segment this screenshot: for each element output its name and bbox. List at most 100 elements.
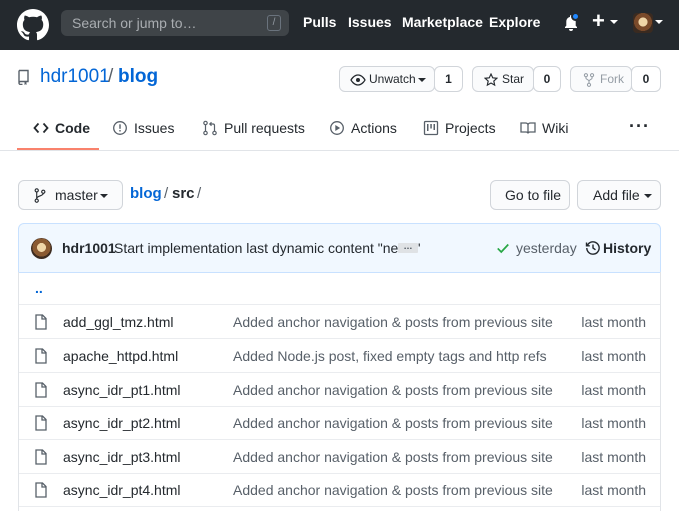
history-link[interactable]: History (603, 240, 651, 256)
project-icon (423, 120, 439, 136)
file-commit-message-link[interactable]: Added Node.js post, fixed empty tags and… (233, 348, 547, 364)
file-icon (35, 482, 47, 498)
breadcrumb-separator: / (164, 185, 169, 202)
file-icon (35, 449, 47, 465)
search-input[interactable]: Search or jump to… / (61, 10, 289, 36)
file-commit-message-link[interactable]: Added anchor navigation & posts from pre… (233, 449, 553, 465)
file-name-link[interactable]: async_idr_pt4.html (63, 482, 181, 498)
file-commit-age: last month (581, 482, 646, 498)
parent-directory-link[interactable]: .. (35, 280, 43, 296)
parent-directory-row[interactable]: .. (19, 272, 660, 305)
book-icon (520, 122, 536, 134)
tab-actions-label: Actions (351, 120, 397, 136)
commit-author-link[interactable]: hdr1001 (62, 240, 116, 256)
file-commit-message-link[interactable]: Added anchor navigation & posts from pre… (233, 415, 553, 431)
go-to-file-button[interactable]: Go to file (490, 180, 570, 210)
watch-count[interactable]: 1 (434, 66, 463, 92)
file-icon (35, 348, 47, 364)
breadcrumb-separator: / (197, 185, 202, 202)
tab-code-label: Code (55, 120, 90, 136)
file-row[interactable]: async_idr_pt1.html Added anchor navigati… (19, 373, 660, 407)
file-commit-age: last month (581, 449, 646, 465)
nav-pulls[interactable]: Pulls (303, 14, 336, 30)
eye-icon (350, 74, 366, 86)
expand-commit-message-button[interactable]: … (398, 242, 418, 253)
file-commit-message-link[interactable]: Added anchor navigation & posts from pre… (233, 382, 553, 398)
file-row[interactable]: async_idr_pt3.html Added anchor navigati… (19, 440, 660, 474)
branch-name: master (55, 187, 98, 203)
tabs-divider (0, 150, 679, 151)
chevron-down-icon (644, 194, 652, 198)
file-icon (35, 314, 47, 330)
chevron-down-icon (655, 20, 663, 24)
file-row[interactable]: async_idr_pt4.html Added anchor navigati… (19, 473, 660, 507)
repo-name-link[interactable]: blog (118, 66, 158, 88)
tab-wiki-label: Wiki (542, 120, 569, 136)
chevron-down-icon (610, 20, 618, 24)
unwatch-button[interactable]: Unwatch (339, 66, 435, 92)
commit-message-link[interactable]: Start implementation last dynamic conten… (114, 240, 420, 256)
branch-select-button[interactable]: master (18, 180, 123, 210)
file-commit-age: last month (581, 348, 646, 364)
pull-request-icon (203, 120, 217, 136)
file-name-link[interactable]: async_idr_pt3.html (63, 449, 181, 465)
check-icon[interactable] (496, 241, 510, 255)
history-icon[interactable] (585, 240, 601, 256)
file-row[interactable]: add_ggl_tmz.html Added anchor navigation… (19, 305, 660, 339)
branch-icon (34, 188, 46, 203)
file-commit-age: last month (581, 382, 646, 398)
star-label: Star (502, 72, 525, 86)
repo-icon (18, 69, 29, 85)
repo-owner-link[interactable]: hdr1001 (40, 66, 110, 88)
code-icon (33, 122, 49, 134)
file-name-link[interactable]: async_idr_pt2.html (63, 415, 181, 431)
file-name-link[interactable]: async_idr_pt1.html (63, 382, 181, 398)
star-button[interactable]: Star (472, 66, 534, 92)
star-icon (484, 73, 498, 87)
search-shortcut-key: / (267, 15, 281, 31)
more-options-icon[interactable]: ··· (629, 116, 650, 137)
tab-issues-label: Issues (134, 120, 175, 136)
file-commit-message-link[interactable]: Added anchor navigation & posts from pre… (233, 482, 553, 498)
file-icon (35, 415, 47, 431)
add-file-label: Add file (593, 187, 640, 203)
unwatch-label: Unwatch (369, 72, 416, 86)
file-commit-age: last month (581, 314, 646, 330)
file-name-link[interactable]: add_ggl_tmz.html (63, 314, 174, 330)
file-icon (35, 382, 47, 398)
fork-label: Fork (600, 72, 624, 86)
file-row[interactable]: async_idr_pt2.html Added anchor navigati… (19, 406, 660, 440)
notification-indicator-icon (571, 12, 580, 21)
breadcrumb-repo-link[interactable]: blog (130, 185, 162, 202)
nav-marketplace[interactable]: Marketplace (402, 14, 483, 30)
chevron-down-icon (418, 78, 426, 82)
fork-icon (583, 73, 595, 87)
latest-commit-bar: hdr1001 Start implementation last dynami… (18, 223, 661, 273)
tab-pull-requests-label: Pull requests (224, 120, 305, 136)
play-icon (330, 121, 344, 135)
tab-projects-label: Projects (445, 120, 496, 136)
star-count[interactable]: 0 (533, 66, 561, 92)
create-new-plus-icon[interactable]: + (592, 8, 605, 34)
commit-time: yesterday (516, 240, 577, 256)
file-name-link[interactable]: apache_httpd.html (63, 348, 178, 364)
repo-path-separator: / (108, 66, 114, 87)
user-avatar[interactable] (633, 13, 653, 33)
issue-icon (113, 121, 127, 135)
fork-count[interactable]: 0 (631, 66, 661, 92)
commit-author-avatar[interactable] (31, 238, 52, 259)
search-placeholder: Search or jump to… (72, 15, 197, 31)
github-logo-icon[interactable] (17, 9, 49, 41)
fork-button[interactable]: Fork (570, 66, 632, 92)
add-file-button[interactable]: Add file (577, 180, 661, 210)
nav-explore[interactable]: Explore (489, 14, 540, 30)
global-header: Search or jump to… / Pulls Issues Market… (0, 0, 679, 50)
file-commit-message-link[interactable]: Added anchor navigation & posts from pre… (233, 314, 553, 330)
file-row[interactable]: apache_httpd.html Added Node.js post, fi… (19, 339, 660, 373)
file-commit-age: last month (581, 415, 646, 431)
breadcrumb-current-dir: src (172, 185, 195, 202)
file-list: .. add_ggl_tmz.html Added anchor navigat… (18, 272, 661, 511)
nav-issues[interactable]: Issues (348, 14, 392, 30)
go-to-file-label: Go to file (505, 187, 562, 203)
chevron-down-icon (100, 194, 108, 198)
